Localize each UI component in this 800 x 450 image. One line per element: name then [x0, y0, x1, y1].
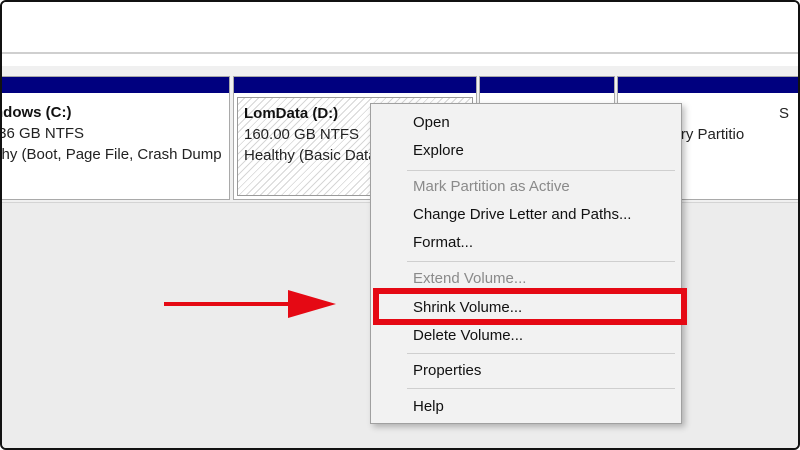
menu-item-properties[interactable]: Properties — [371, 357, 681, 385]
menu-separator — [407, 170, 675, 171]
menu-item-help[interactable]: Help — [371, 393, 681, 421]
partition-c-status: lthy (Boot, Page File, Crash Dump — [2, 146, 222, 163]
menu-item-delete-volume[interactable]: Delete Volume... — [371, 322, 681, 350]
context-menu: Open Explore Mark Partition as Active Ch… — [370, 103, 682, 424]
menu-item-format[interactable]: Format... — [371, 229, 681, 257]
menu-separator — [407, 388, 675, 389]
partition-c[interactable]: ndows (C:) .36 GB NTFS lthy (Boot, Page … — [2, 76, 230, 200]
menu-item-open[interactable]: Open — [371, 109, 681, 137]
menu-item-mark-partition-active: Mark Partition as Active — [413, 178, 570, 195]
partition-recovery-header — [618, 77, 798, 93]
menu-item-explore[interactable]: Explore — [371, 137, 681, 165]
pane-divider[interactable] — [2, 52, 798, 54]
menu-item-change-drive-letter[interactable]: Change Drive Letter and Paths... — [371, 201, 681, 229]
menu-separator — [407, 261, 675, 262]
partition-c-name: ndows (C:) — [2, 104, 72, 121]
partition-c-size: .36 GB NTFS — [2, 125, 85, 142]
shrink-volume-highlight-box — [373, 288, 687, 325]
red-arrow-icon — [164, 290, 336, 318]
volume-list-area — [2, 2, 798, 52]
menu-separator — [407, 353, 675, 354]
partition-c-body[interactable]: ndows (C:) .36 GB NTFS lthy (Boot, Page … — [2, 97, 226, 196]
partition-d-header — [234, 77, 476, 93]
partition-c-header — [2, 77, 229, 93]
partition-e-header — [480, 77, 614, 93]
